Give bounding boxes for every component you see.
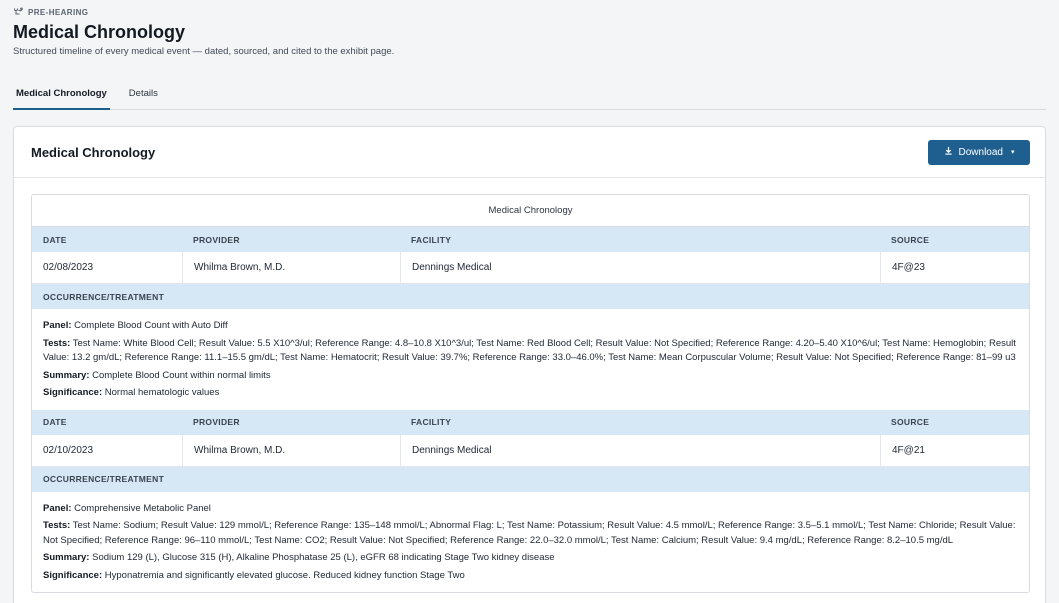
column-header-source: SOURCE xyxy=(891,234,930,245)
cell-facility: Dennings Medical xyxy=(400,252,880,283)
chronology-table: Medical Chronology DATE PROVIDER FACILIT… xyxy=(31,194,1030,593)
column-header-date: DATE xyxy=(43,234,67,245)
occurrence-header: OCCURRENCE/TREATMENT xyxy=(32,284,1029,309)
occurrence-details: Panel: Comprehensive Metabolic Panel Tes… xyxy=(32,492,1029,593)
chronology-card: Medical Chronology Download ▾ Medical Ch… xyxy=(13,126,1046,603)
card-title: Medical Chronology xyxy=(31,144,156,160)
panel-label: Panel: xyxy=(43,320,72,331)
table-row: 02/10/2023 Whilma Brown, M.D. Dennings M… xyxy=(32,434,1029,467)
summary-value: Complete Blood Count within normal limit… xyxy=(92,369,271,381)
tests-value: Test Name: White Blood Cell; Result Valu… xyxy=(43,337,1016,364)
summary-label: Summary: xyxy=(43,369,90,381)
cell-date: 02/10/2023 xyxy=(43,444,94,456)
tests-label: Tests: xyxy=(43,337,71,349)
download-label: Download xyxy=(958,146,1003,158)
column-header-facility: FACILITY xyxy=(411,234,452,245)
panel-value: Complete Blood Count with Auto Diff xyxy=(74,320,228,331)
tests-line: Tests: Test Name: White Blood Cell; Resu… xyxy=(43,337,1018,366)
tests-value: Test Name: Sodium; Result Value: 129 mmo… xyxy=(43,520,1016,546)
summary-line: Summary: Complete Blood Count within nor… xyxy=(43,369,1018,384)
download-button[interactable]: Download ▾ xyxy=(928,139,1030,165)
table-header-row: DATE PROVIDER FACILITY SOURCE xyxy=(32,227,1029,252)
column-header-source: SOURCE xyxy=(891,417,930,427)
cell-date: 02/08/2023 xyxy=(43,262,94,273)
summary-label: Summary: xyxy=(43,552,90,563)
page-subtitle: Structured timeline of every medical eve… xyxy=(13,46,395,57)
card-header: Medical Chronology Download ▾ xyxy=(14,127,1045,178)
eyebrow-label: PRE-HEARING xyxy=(28,7,89,17)
panel-line: Panel: Complete Blood Count with Auto Di… xyxy=(43,319,1018,334)
column-header-provider: PROVIDER xyxy=(193,417,240,427)
occurrence-details: Panel: Complete Blood Count with Auto Di… xyxy=(32,309,1029,410)
download-icon xyxy=(944,146,953,158)
significance-label: Significance: xyxy=(43,569,103,581)
panel-value: Comprehensive Metabolic Panel xyxy=(74,502,211,514)
panel-label: Panel: xyxy=(43,502,72,514)
chevron-down-icon: ▾ xyxy=(1010,149,1015,156)
significance-value: Hyponatremia and significantly elevated … xyxy=(104,569,465,581)
tab-details[interactable]: Details xyxy=(126,80,161,110)
table-caption: Medical Chronology xyxy=(32,195,1029,227)
column-header-facility: FACILITY xyxy=(411,417,452,427)
cell-provider: Whilma Brown, M.D. xyxy=(182,434,400,466)
summary-line: Summary: Sodium 129 (L), Glucose 315 (H)… xyxy=(43,551,1018,566)
tests-line: Tests: Test Name: Sodium; Result Value: … xyxy=(43,519,1018,548)
tests-label: Tests: xyxy=(43,520,71,531)
page-header: PRE-HEARING Medical Chronology Structure… xyxy=(13,6,1046,57)
cell-provider: Whilma Brown, M.D. xyxy=(182,252,400,283)
eyebrow: PRE-HEARING xyxy=(13,6,1046,18)
occurrence-header: OCCURRENCE/TREATMENT xyxy=(32,466,1029,492)
cell-source[interactable]: 4F@21 xyxy=(880,434,1029,466)
column-header-provider: PROVIDER xyxy=(193,234,240,245)
significance-label: Significance: xyxy=(43,387,103,398)
cell-facility: Dennings Medical xyxy=(400,434,880,466)
significance-line: Significance: Normal hematologic values xyxy=(43,386,1018,401)
summary-value: Sodium 129 (L), Glucose 315 (H), Alkalin… xyxy=(92,552,555,563)
page-title: Medical Chronology xyxy=(13,22,186,42)
table-row: 02/08/2023 Whilma Brown, M.D. Dennings M… xyxy=(32,252,1029,284)
table-header-row: DATE PROVIDER FACILITY SOURCE xyxy=(32,409,1029,435)
column-header-date: DATE xyxy=(43,417,67,427)
significance-value: Normal hematologic values xyxy=(104,387,220,398)
panel-line: Panel: Comprehensive Metabolic Panel xyxy=(43,502,1018,517)
cell-source[interactable]: 4F@23 xyxy=(880,252,1029,283)
stethoscope-icon xyxy=(13,6,23,18)
significance-line: Significance: Hyponatremia and significa… xyxy=(43,569,1018,584)
tab-medical-chronology[interactable]: Medical Chronology xyxy=(13,80,110,110)
tab-bar: Medical Chronology Details xyxy=(13,80,1046,110)
